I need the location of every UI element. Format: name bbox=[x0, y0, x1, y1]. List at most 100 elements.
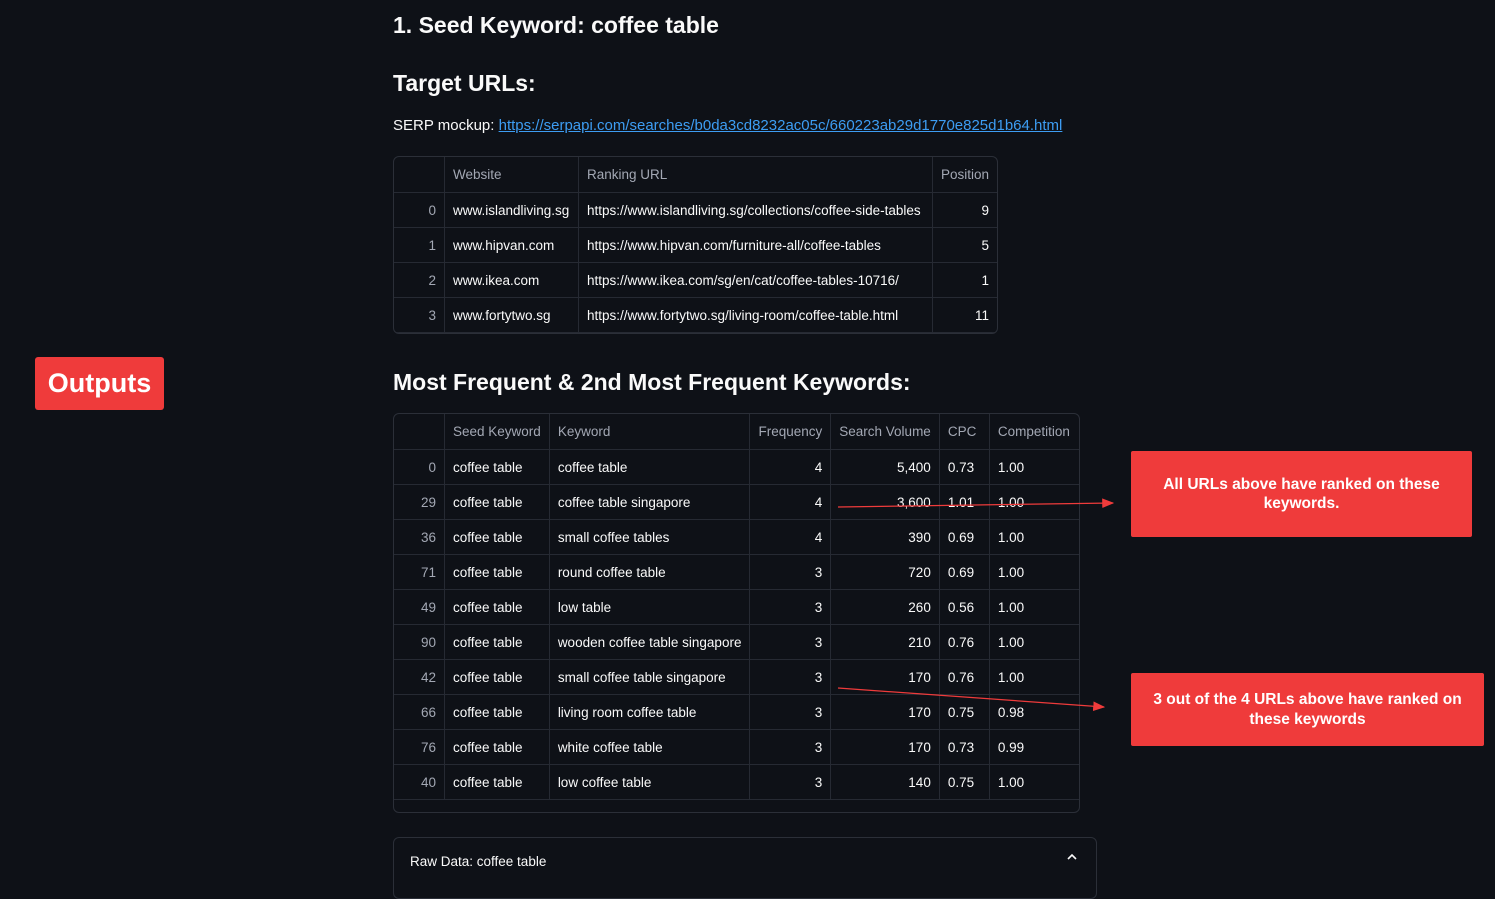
competition-cell[interactable]: 0.98 bbox=[989, 694, 1079, 730]
frequency-cell[interactable]: 3 bbox=[749, 624, 832, 660]
website-cell[interactable]: www.ikea.com bbox=[444, 262, 579, 298]
position-cell[interactable]: 11 bbox=[932, 297, 998, 333]
keyword-cell[interactable]: wooden coffee table singapore bbox=[549, 624, 751, 660]
seed-keyword-title: 1. Seed Keyword: coffee table bbox=[393, 12, 719, 38]
competition-cell[interactable]: 1.00 bbox=[989, 484, 1079, 520]
keyword-cell[interactable]: low coffee table bbox=[549, 764, 751, 800]
frequency-cell[interactable]: 3 bbox=[749, 659, 832, 695]
seed-keyword-cell[interactable]: coffee table bbox=[444, 484, 550, 520]
search-volume-cell[interactable]: 3,600 bbox=[830, 484, 940, 520]
table-row: 76 coffee table white coffee table 3 170… bbox=[394, 729, 1079, 765]
seed-keyword-cell[interactable]: coffee table bbox=[444, 694, 550, 730]
position-cell[interactable]: 1 bbox=[932, 262, 998, 298]
ranking-url-cell[interactable]: https://www.fortytwo.sg/living-room/coff… bbox=[578, 297, 933, 333]
keyword-cell[interactable]: small coffee tables bbox=[549, 519, 751, 555]
serp-mockup-line: SERP mockup: https://serpapi.com/searche… bbox=[393, 117, 1062, 134]
serp-mockup-link[interactable]: https://serpapi.com/searches/b0da3cd8232… bbox=[499, 117, 1063, 134]
ranking-url-cell[interactable]: https://www.islandliving.sg/collections/… bbox=[578, 192, 933, 228]
competition-cell[interactable]: 1.00 bbox=[989, 764, 1079, 800]
frequency-cell[interactable]: 4 bbox=[749, 449, 832, 485]
cpc-cell[interactable]: 0.73 bbox=[939, 449, 990, 485]
column-header-index[interactable] bbox=[394, 157, 445, 193]
cpc-cell[interactable]: 0.76 bbox=[939, 659, 990, 695]
frequency-cell[interactable]: 3 bbox=[749, 729, 832, 765]
column-header-ranking-url[interactable]: Ranking URL bbox=[578, 157, 933, 193]
search-volume-cell[interactable]: 210 bbox=[830, 624, 940, 660]
keyword-cell[interactable]: white coffee table bbox=[549, 729, 751, 765]
competition-cell[interactable]: 0.99 bbox=[989, 729, 1079, 765]
keyword-cell[interactable]: coffee table bbox=[549, 449, 751, 485]
chevron-up-icon[interactable] bbox=[1066, 850, 1078, 866]
seed-keyword-cell[interactable]: coffee table bbox=[444, 624, 550, 660]
serp-mockup-label: SERP mockup: bbox=[393, 117, 499, 134]
frequent-keywords-table[interactable]: Seed Keyword Keyword Frequency Search Vo… bbox=[393, 413, 1080, 813]
search-volume-cell[interactable]: 140 bbox=[830, 764, 940, 800]
search-volume-cell[interactable]: 5,400 bbox=[830, 449, 940, 485]
target-urls-table[interactable]: Website Ranking URL Position 0 www.islan… bbox=[393, 156, 999, 334]
competition-cell[interactable]: 1.00 bbox=[989, 554, 1079, 590]
cpc-cell[interactable]: 0.73 bbox=[939, 729, 990, 765]
keyword-cell[interactable]: living room coffee table bbox=[549, 694, 751, 730]
table-row: 0 coffee table coffee table 4 5,400 0.73… bbox=[394, 449, 1079, 485]
column-header-website[interactable]: Website bbox=[444, 157, 579, 193]
keyword-cell[interactable]: round coffee table bbox=[549, 554, 751, 590]
position-cell[interactable]: 9 bbox=[932, 192, 998, 228]
row-index: 36 bbox=[394, 519, 445, 555]
seed-keyword-cell[interactable]: coffee table bbox=[444, 519, 550, 555]
column-header-position[interactable]: Position bbox=[932, 157, 998, 193]
raw-data-expander[interactable]: Raw Data: coffee table bbox=[393, 837, 1097, 899]
search-volume-cell[interactable]: 260 bbox=[830, 589, 940, 625]
search-volume-cell[interactable]: 170 bbox=[830, 659, 940, 695]
seed-keyword-cell[interactable]: coffee table bbox=[444, 659, 550, 695]
competition-cell[interactable]: 1.00 bbox=[989, 624, 1079, 660]
search-volume-cell[interactable]: 390 bbox=[830, 519, 940, 555]
table-row: 42 coffee table small coffee table singa… bbox=[394, 659, 1079, 695]
column-header-search-volume[interactable]: Search Volume bbox=[830, 414, 940, 450]
website-cell[interactable]: www.fortytwo.sg bbox=[444, 297, 579, 333]
column-header-competition[interactable]: Competition bbox=[989, 414, 1079, 450]
seed-keyword-cell[interactable]: coffee table bbox=[444, 589, 550, 625]
competition-cell[interactable]: 1.00 bbox=[989, 659, 1079, 695]
competition-cell[interactable]: 1.00 bbox=[989, 449, 1079, 485]
seed-keyword-cell[interactable]: coffee table bbox=[444, 449, 550, 485]
column-header-frequency[interactable]: Frequency bbox=[749, 414, 832, 450]
frequency-cell[interactable]: 3 bbox=[749, 764, 832, 800]
frequency-cell[interactable]: 3 bbox=[749, 589, 832, 625]
ranking-url-cell[interactable]: https://www.ikea.com/sg/en/cat/coffee-ta… bbox=[578, 262, 933, 298]
cpc-cell[interactable]: 0.76 bbox=[939, 624, 990, 660]
competition-cell[interactable]: 1.00 bbox=[989, 519, 1079, 555]
table-row: 0 www.islandliving.sg https://www.island… bbox=[394, 192, 998, 228]
column-header-seed-keyword[interactable]: Seed Keyword bbox=[444, 414, 550, 450]
seed-keyword-cell[interactable]: coffee table bbox=[444, 764, 550, 800]
cpc-cell[interactable]: 0.56 bbox=[939, 589, 990, 625]
keyword-cell[interactable]: small coffee table singapore bbox=[549, 659, 751, 695]
keyword-cell[interactable]: coffee table singapore bbox=[549, 484, 751, 520]
column-header-keyword[interactable]: Keyword bbox=[549, 414, 751, 450]
keyword-cell[interactable]: low table bbox=[549, 589, 751, 625]
website-cell[interactable]: www.islandliving.sg bbox=[444, 192, 579, 228]
row-index: 29 bbox=[394, 484, 445, 520]
cpc-cell[interactable]: 1.01 bbox=[939, 484, 990, 520]
search-volume-cell[interactable]: 170 bbox=[830, 729, 940, 765]
frequency-cell[interactable]: 4 bbox=[749, 519, 832, 555]
frequency-cell[interactable]: 3 bbox=[749, 694, 832, 730]
position-cell[interactable]: 5 bbox=[932, 227, 998, 263]
website-cell[interactable]: www.hipvan.com bbox=[444, 227, 579, 263]
seed-keyword-cell[interactable]: coffee table bbox=[444, 729, 550, 765]
frequency-cell[interactable]: 3 bbox=[749, 554, 832, 590]
ranking-url-cell[interactable]: https://www.hipvan.com/furniture-all/cof… bbox=[578, 227, 933, 263]
table-row: 40 coffee table low coffee table 3 140 0… bbox=[394, 764, 1079, 800]
search-volume-cell[interactable]: 170 bbox=[830, 694, 940, 730]
competition-cell[interactable]: 1.00 bbox=[989, 589, 1079, 625]
table-header-row: Website Ranking URL Position bbox=[394, 157, 998, 193]
cpc-cell[interactable]: 0.75 bbox=[939, 694, 990, 730]
cpc-cell[interactable]: 0.69 bbox=[939, 519, 990, 555]
row-index: 71 bbox=[394, 554, 445, 590]
cpc-cell[interactable]: 0.69 bbox=[939, 554, 990, 590]
column-header-cpc[interactable]: CPC bbox=[939, 414, 990, 450]
seed-keyword-cell[interactable]: coffee table bbox=[444, 554, 550, 590]
frequency-cell[interactable]: 4 bbox=[749, 484, 832, 520]
column-header-index[interactable] bbox=[394, 414, 445, 450]
cpc-cell[interactable]: 0.75 bbox=[939, 764, 990, 800]
search-volume-cell[interactable]: 720 bbox=[830, 554, 940, 590]
